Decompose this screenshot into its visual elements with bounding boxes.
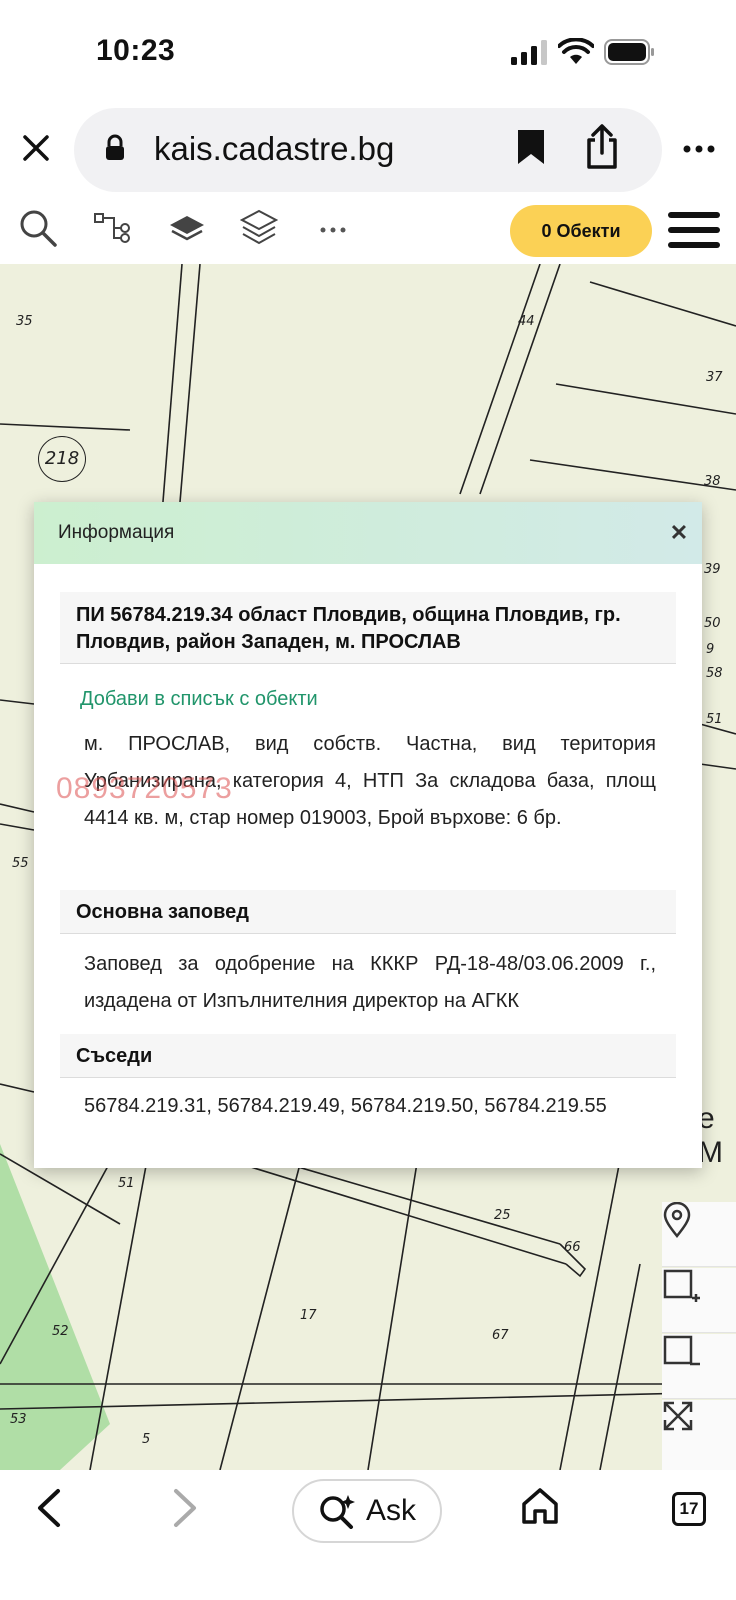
parcel-label: 35 bbox=[16, 314, 33, 329]
map-place-text: е М bbox=[698, 1102, 723, 1169]
parcel-label: 51 bbox=[706, 712, 723, 727]
layers-icon[interactable] bbox=[240, 208, 278, 248]
location-pin-icon bbox=[663, 1202, 691, 1238]
tabs-count[interactable]: 17 bbox=[672, 1492, 706, 1526]
order-text: Заповед за одобрение на КККР РД-18-48/03… bbox=[84, 953, 656, 1012]
parcel-label: 37 bbox=[706, 370, 723, 385]
parcel-label: 66 bbox=[564, 1240, 581, 1255]
fullscreen-button[interactable] bbox=[662, 1400, 736, 1470]
info-title: Информация bbox=[58, 522, 175, 543]
remove-area-button[interactable] bbox=[662, 1334, 736, 1399]
home-icon[interactable] bbox=[520, 1486, 560, 1526]
parcel-title: ПИ 56784.219.34 област Пловдив, община П… bbox=[60, 592, 676, 664]
neighbors-text: 56784.219.31, 56784.219.49, 56784.219.50… bbox=[84, 1095, 607, 1117]
route-icon[interactable] bbox=[94, 212, 132, 244]
parcel-label: 55 bbox=[12, 856, 29, 871]
cellular-signal-icon bbox=[511, 40, 547, 65]
fullscreen-icon bbox=[663, 1401, 693, 1431]
add-area-button[interactable] bbox=[662, 1268, 736, 1333]
remove-area-icon bbox=[663, 1335, 700, 1366]
parcel-label: 50 bbox=[704, 616, 721, 631]
more-dots-icon[interactable] bbox=[320, 226, 346, 234]
parcel-label: 38 bbox=[704, 474, 721, 489]
ask-button[interactable]: Ask bbox=[292, 1479, 442, 1543]
parcel-label: 44 bbox=[518, 314, 535, 329]
add-area-icon bbox=[663, 1269, 700, 1302]
neighbors-heading: Съседи bbox=[60, 1034, 676, 1078]
battery-icon bbox=[604, 39, 654, 65]
lock-icon bbox=[106, 134, 124, 160]
search-icon[interactable] bbox=[18, 208, 58, 248]
info-header: Информация ✕ bbox=[34, 502, 702, 564]
phone-watermark: 0893720573 bbox=[56, 772, 233, 805]
close-icon[interactable]: ✕ bbox=[664, 516, 694, 550]
more-icon[interactable] bbox=[682, 144, 716, 154]
menu-icon[interactable] bbox=[668, 210, 720, 250]
parcel-label: 9 bbox=[706, 642, 715, 657]
status-time: 10:23 bbox=[96, 34, 176, 67]
wifi-icon bbox=[558, 38, 594, 64]
ask-label: Ask bbox=[365, 1494, 416, 1527]
forward-icon[interactable] bbox=[172, 1488, 200, 1528]
bookmark-icon[interactable] bbox=[516, 128, 546, 166]
parcel-label: 67 bbox=[492, 1328, 509, 1343]
parcel-label: 17 bbox=[300, 1308, 317, 1323]
parcel-label: 52 bbox=[52, 1324, 69, 1339]
layer-fill-icon[interactable] bbox=[168, 212, 206, 244]
parcel-label: 25 bbox=[494, 1208, 511, 1223]
parcel-label: 51 bbox=[118, 1176, 135, 1191]
block-label: 218 bbox=[38, 436, 86, 482]
order-heading: Основна заповед bbox=[60, 890, 676, 934]
parcel-label: 58 bbox=[706, 666, 723, 681]
location-button[interactable] bbox=[662, 1202, 736, 1267]
info-panel: Информация ✕ ПИ 56784.219.34 област Плов… bbox=[34, 502, 702, 1168]
parcel-label: 53 bbox=[10, 1412, 27, 1427]
close-icon[interactable] bbox=[22, 134, 50, 162]
parcel-label: 5 bbox=[142, 1432, 151, 1447]
ask-search-icon bbox=[320, 1495, 355, 1529]
add-to-list-link[interactable]: Добави в списък с обекти bbox=[80, 688, 318, 711]
parcel-label: 39 bbox=[704, 562, 721, 577]
back-icon[interactable] bbox=[34, 1488, 62, 1528]
url-text[interactable]: kais.cadastre.bg bbox=[154, 130, 394, 168]
objects-button[interactable]: 0 Обекти bbox=[510, 205, 652, 257]
share-icon[interactable] bbox=[584, 124, 620, 170]
